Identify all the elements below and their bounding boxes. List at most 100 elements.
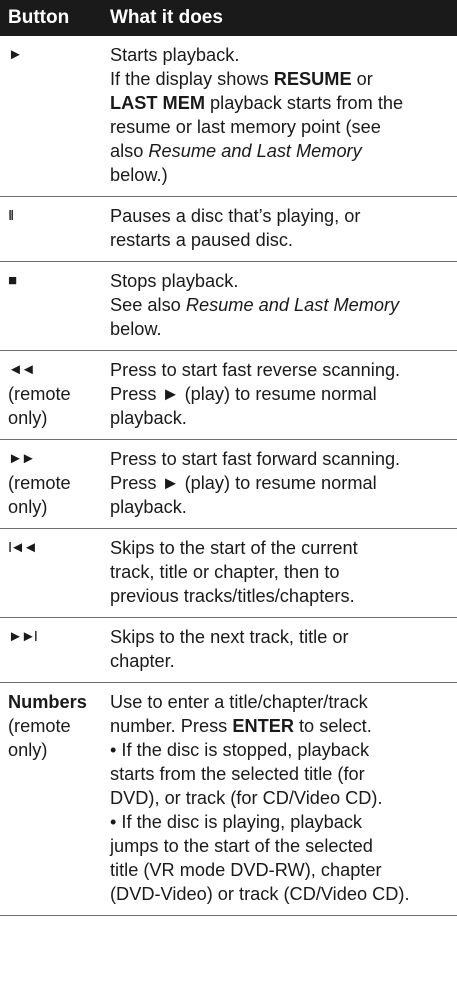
description-line: Starts playback.	[110, 43, 453, 67]
text-segment: • If the disc is stopped, playback	[110, 740, 370, 760]
text-segment: Starts playback.	[110, 45, 240, 65]
text-segment: (DVD-Video) or track (CD/Video CD).	[110, 884, 410, 904]
description-line: Press ► (play) to resume normal	[110, 471, 453, 495]
stop-icon: ■	[8, 272, 17, 289]
pause-icon: II	[8, 207, 14, 224]
description-line: Press to start fast forward scanning.	[110, 447, 453, 471]
table-row: ►► (remote only) Press to start fast forwar…	[0, 440, 457, 529]
text-segment: • If the disc is playing, playback	[110, 812, 363, 832]
text-segment: Press ► (play) to resume normal	[110, 384, 377, 404]
button-note: only)	[8, 740, 48, 760]
text-segment: playback starts from the	[204, 93, 404, 113]
button-cell: ◄◄ (remote only)	[0, 358, 110, 430]
table-row: Numbers (remote only) Use to enter a title/…	[0, 683, 457, 916]
text-segment: Press to start fast reverse scanning.	[110, 360, 401, 380]
text-segment: playback.	[110, 408, 187, 428]
fast-forward-icon: ►►	[8, 450, 36, 467]
button-cell: ■	[0, 269, 110, 341]
description-line: starts from the selected title (for	[110, 762, 453, 786]
description-line: previous tracks/titles/chapters.	[110, 584, 453, 608]
fast-reverse-icon: ◄◄	[8, 361, 36, 378]
text-segment: to select.	[293, 716, 372, 736]
text-segment: below.	[110, 319, 162, 339]
button-cell: ►► (remote only)	[0, 447, 110, 519]
text-segment: previous tracks/titles/chapters.	[110, 586, 355, 606]
text-segment: resume or last memory point (see	[110, 117, 381, 137]
text-segment: number. Press	[110, 716, 233, 736]
button-name: Numbers	[8, 692, 87, 712]
table-row: II Pauses a disc that’s playing, or restar…	[0, 197, 457, 262]
description-cell: Use to enter a title/chapter/track number…	[110, 690, 457, 906]
button-note: (remote	[8, 384, 71, 404]
button-note: (remote	[8, 473, 71, 493]
text-segment: Press ► (play) to resume normal	[110, 473, 377, 493]
text-segment: Use to enter a title/chapter/track	[110, 692, 368, 712]
description-line: jumps to the start of the selected	[110, 834, 453, 858]
description-line: playback.	[110, 495, 453, 519]
button-note: only)	[8, 408, 48, 428]
display-keyword: LAST MEM	[110, 93, 205, 113]
text-segment: chapter.	[110, 651, 175, 671]
description-line: (DVD-Video) or track (CD/Video CD).	[110, 882, 453, 906]
description-cell: Stops playback. See also Resume and Last …	[110, 269, 457, 341]
text-segment: DVD), or track (for CD/Video CD).	[110, 788, 383, 808]
description-line: also Resume and Last Memory	[110, 139, 453, 163]
description-line: playback.	[110, 406, 453, 430]
text-segment: Pauses a disc that’s playing, or	[110, 206, 361, 226]
text-segment: Press to start fast forward scanning.	[110, 449, 401, 469]
table-row: ◄◄ (remote only) Press to start fast revers…	[0, 351, 457, 440]
text-segment: playback.	[110, 497, 187, 517]
cross-reference: Resume and Last Memory	[148, 141, 362, 161]
description-line: title (VR mode DVD-RW), chapter	[110, 858, 453, 882]
description-line: • If the disc is stopped, playback	[110, 738, 453, 762]
button-cell: Numbers (remote only)	[0, 690, 110, 906]
header-description-column: What it does	[110, 7, 223, 28]
description-line: resume or last memory point (see	[110, 115, 453, 139]
button-cell: II	[0, 204, 110, 252]
skip-previous-icon: I◄◄	[8, 539, 38, 556]
display-keyword: ENTER	[232, 716, 294, 736]
text-segment: Stops playback.	[110, 271, 239, 291]
text-segment: title (VR mode DVD-RW), chapter	[110, 860, 382, 880]
description-line: Press ► (play) to resume normal	[110, 382, 453, 406]
description-line: chapter.	[110, 649, 453, 673]
description-line: number. Press ENTER to select.	[110, 714, 453, 738]
description-line: Skips to the start of the current	[110, 536, 453, 560]
text-segment: starts from the selected title (for	[110, 764, 365, 784]
button-function-table: Button What it does ► Starts playback. If …	[0, 0, 457, 916]
button-note: only)	[8, 497, 48, 517]
button-cell: ►►I	[0, 625, 110, 673]
text-segment: Skips to the next track, title or	[110, 627, 349, 647]
text-segment: below.)	[110, 165, 168, 185]
description-line: Stops playback.	[110, 269, 453, 293]
table-row: ► Starts playback. If the display shows RE…	[0, 36, 457, 197]
table-row: ■ Stops playback. See also Resume and Last…	[0, 262, 457, 351]
text-segment: also	[110, 141, 149, 161]
description-cell: Skips to the start of the current track, …	[110, 536, 457, 608]
skip-next-icon: ►►I	[8, 628, 38, 645]
description-cell: Pauses a disc that’s playing, or restarts…	[110, 204, 457, 252]
description-cell: Press to start fast forward scanning. Pre…	[110, 447, 457, 519]
text-segment: If the display shows	[110, 69, 274, 89]
description-line: Skips to the next track, title or	[110, 625, 453, 649]
description-cell: Press to start fast reverse scanning. Pre…	[110, 358, 457, 430]
description-line: If the display shows RESUME or	[110, 67, 453, 91]
text-segment: restarts a paused disc.	[110, 230, 293, 250]
description-cell: Skips to the next track, title or chapter…	[110, 625, 457, 673]
description-line: below.	[110, 317, 453, 341]
table-row: I◄◄ Skips to the start of the current trac…	[0, 529, 457, 618]
description-line: restarts a paused disc.	[110, 228, 453, 252]
text-segment: See also	[110, 295, 186, 315]
table-header: Button What it does	[0, 0, 457, 36]
description-line: LAST MEM playback starts from the	[110, 91, 453, 115]
description-line: DVD), or track (for CD/Video CD).	[110, 786, 453, 810]
button-cell: ►	[0, 43, 110, 187]
button-cell: I◄◄	[0, 536, 110, 608]
table-body: ► Starts playback. If the display shows RE…	[0, 36, 457, 916]
button-note: (remote	[8, 716, 71, 736]
display-keyword: RESUME	[273, 69, 352, 89]
description-line: Use to enter a title/chapter/track	[110, 690, 453, 714]
description-line: below.)	[110, 163, 453, 187]
description-line: See also Resume and Last Memory	[110, 293, 453, 317]
table-row: ►►I Skips to the next track, title or chap…	[0, 618, 457, 683]
